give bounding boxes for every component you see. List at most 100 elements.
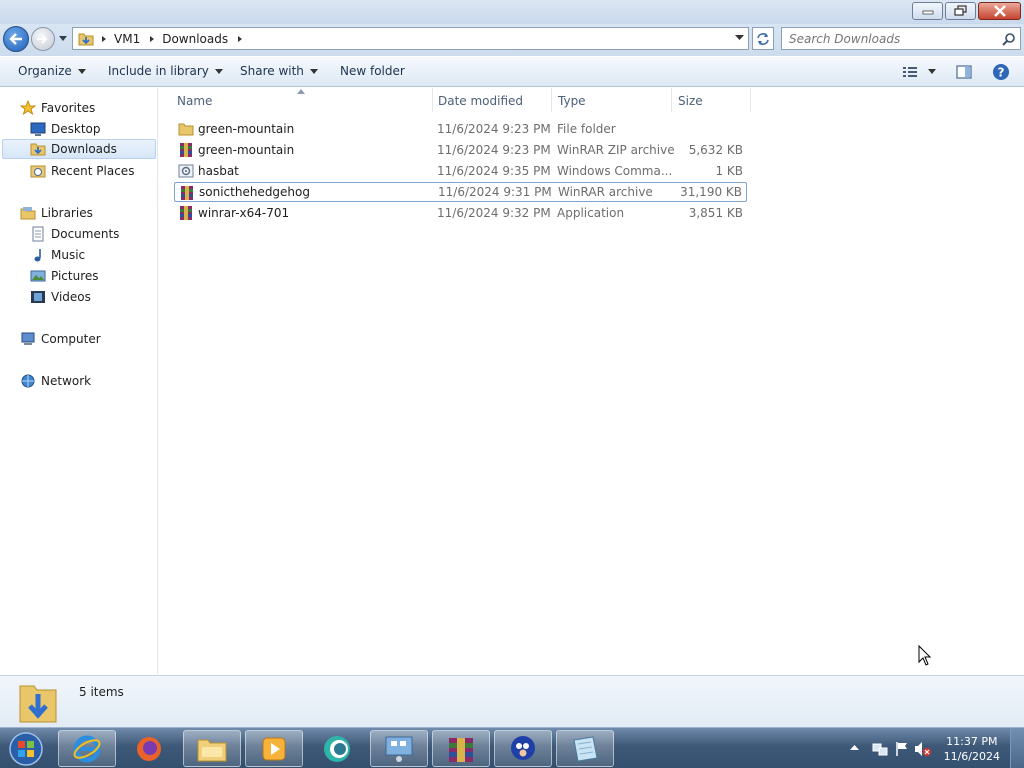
column-separator[interactable]	[432, 88, 433, 112]
start-button[interactable]	[2, 729, 50, 768]
organize-button[interactable]: Organize	[18, 64, 86, 78]
breadcrumb-separator-icon[interactable]	[148, 34, 156, 44]
help-icon[interactable]: ?	[992, 63, 1010, 81]
refresh-button[interactable]	[752, 27, 774, 50]
file-list: Name Date modified Type Size green-mount…	[159, 88, 1024, 674]
file-name: sonicthehedgehog	[199, 185, 310, 199]
file-date: 11/6/2024 9:32 PM	[437, 206, 551, 220]
show-hidden-icons-icon[interactable]	[850, 745, 859, 751]
mouse-cursor-icon	[918, 645, 932, 666]
file-size: 1 KB	[715, 164, 743, 178]
action-center-flag-icon[interactable]	[894, 741, 910, 757]
nav-item-label: Recent Places	[51, 164, 135, 178]
nav-favorites[interactable]: Favorites	[20, 98, 95, 118]
clock-date: 11/6/2024	[943, 750, 1000, 763]
address-bar[interactable]: VM1 Downloads	[72, 27, 749, 50]
file-size: 5,632 KB	[688, 143, 743, 157]
minimize-button[interactable]	[912, 2, 943, 20]
column-header-name[interactable]: Name	[177, 94, 212, 108]
breadcrumb-separator-icon[interactable]	[236, 34, 244, 44]
firefox-icon	[137, 736, 161, 761]
downloads-folder-icon	[30, 143, 46, 156]
file-type: WinRAR ZIP archive	[557, 143, 675, 157]
view-options-dropdown-icon[interactable]	[928, 69, 936, 75]
column-separator[interactable]	[750, 88, 751, 112]
column-header-type[interactable]: Type	[558, 94, 586, 108]
nav-item-documents[interactable]: Documents	[30, 224, 119, 244]
nav-item-label: Music	[51, 248, 86, 262]
details-pane: 5 items	[0, 675, 1024, 727]
close-icon	[993, 5, 1006, 17]
command-bar: Organize Include in library Share with N…	[0, 57, 1024, 87]
videos-icon	[31, 291, 45, 303]
volume-muted-icon[interactable]	[914, 741, 932, 757]
nav-item-music[interactable]: Music	[30, 245, 85, 265]
change-view-icon[interactable]	[902, 65, 918, 79]
back-button[interactable]	[3, 26, 29, 52]
file-date: 11/6/2024 9:35 PM	[437, 164, 551, 178]
libraries-icon	[20, 207, 36, 220]
file-row[interactable]: hasbat 11/6/2024 9:35 PM Windows Comma..…	[174, 161, 747, 181]
restore-button[interactable]	[945, 2, 976, 20]
recent-pages-button[interactable]	[58, 34, 68, 44]
include-in-library-button[interactable]: Include in library	[108, 64, 223, 78]
breadcrumb-vm1[interactable]: VM1	[114, 32, 140, 46]
taskbar-remote-desktop[interactable]	[370, 730, 428, 767]
winrar-archive-icon	[181, 186, 193, 200]
breadcrumb-downloads[interactable]: Downloads	[162, 32, 228, 46]
taskbar-notepad[interactable]	[556, 730, 614, 767]
taskbar-internet-explorer[interactable]	[58, 730, 116, 767]
taskbar-firefox[interactable]	[120, 730, 178, 767]
breadcrumb-label: VM1	[114, 31, 141, 46]
windows-start-icon	[9, 731, 43, 766]
taskbar-winrar[interactable]	[432, 730, 490, 767]
network-status-icon[interactable]	[872, 741, 888, 757]
file-row[interactable]: green-mountain 11/6/2024 9:23 PM WinRAR …	[174, 140, 747, 160]
app-icon	[324, 735, 350, 762]
column-separator[interactable]	[671, 88, 672, 112]
restore-icon	[953, 5, 967, 16]
column-separator[interactable]	[551, 88, 552, 112]
preview-pane-icon[interactable]	[956, 65, 972, 79]
taskbar-sonic[interactable]	[494, 730, 552, 767]
new-folder-button[interactable]: New folder	[340, 64, 405, 78]
sonic-icon	[511, 735, 535, 760]
include-in-library-label: Include in library	[108, 64, 209, 78]
file-row-selected[interactable]: sonicthehedgehog 11/6/2024 9:31 PM WinRA…	[174, 182, 747, 202]
nav-network[interactable]: Network	[20, 371, 91, 391]
search-box[interactable]	[781, 27, 1021, 50]
minimize-icon	[922, 10, 933, 15]
downloads-folder-large-icon	[19, 685, 57, 723]
recent-places-icon	[30, 165, 46, 178]
share-with-button[interactable]: Share with	[240, 64, 318, 78]
winrar-installer-icon	[180, 206, 192, 220]
close-button[interactable]	[978, 2, 1021, 20]
nav-computer[interactable]: Computer	[20, 329, 101, 349]
file-row[interactable]: winrar-x64-701 11/6/2024 9:32 PM Applica…	[174, 203, 747, 223]
nav-item-label: Desktop	[51, 122, 101, 136]
address-dropdown-icon[interactable]	[735, 35, 744, 41]
show-desktop-button[interactable]	[1010, 728, 1024, 768]
search-input[interactable]	[789, 31, 999, 46]
nav-item-desktop[interactable]: Desktop	[30, 119, 101, 139]
taskbar-media-player[interactable]	[245, 730, 303, 767]
file-type: Windows Comma...	[557, 164, 673, 178]
clock[interactable]: 11:37 PM 11/6/2024	[944, 734, 1000, 764]
nav-item-pictures[interactable]: Pictures	[30, 266, 99, 286]
item-count: 5 items	[79, 685, 124, 699]
file-name: green-mountain	[198, 143, 295, 157]
nav-item-videos[interactable]: Videos	[30, 287, 91, 307]
forward-button[interactable]	[31, 27, 55, 51]
refresh-icon	[757, 32, 769, 45]
nav-network-label: Network	[41, 374, 92, 388]
taskbar-unknown-app[interactable]	[308, 730, 366, 767]
search-icon[interactable]	[1002, 32, 1016, 46]
nav-item-downloads[interactable]: Downloads	[2, 139, 156, 159]
taskbar-windows-explorer[interactable]	[183, 730, 241, 767]
column-header-size[interactable]: Size	[678, 94, 703, 108]
pictures-icon	[30, 270, 46, 282]
nav-libraries[interactable]: Libraries	[20, 203, 93, 223]
file-row[interactable]: green-mountain 11/6/2024 9:23 PM File fo…	[174, 119, 747, 139]
column-header-date-modified[interactable]: Date modified	[438, 94, 523, 108]
nav-item-recent-places[interactable]: Recent Places	[30, 161, 134, 181]
